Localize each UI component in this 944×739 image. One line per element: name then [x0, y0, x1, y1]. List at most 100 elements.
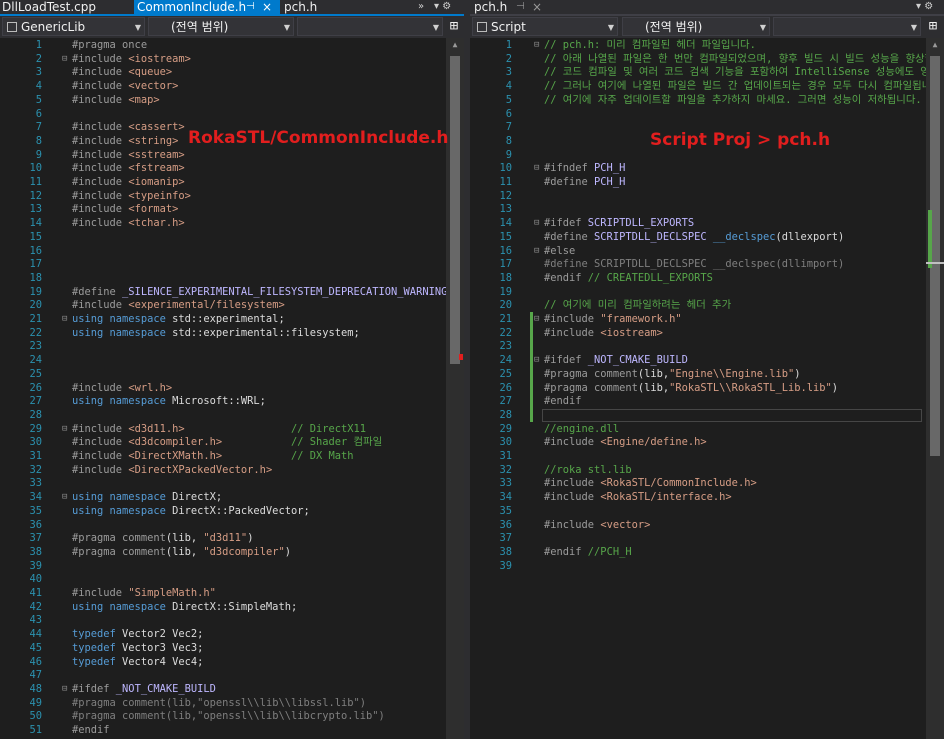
code-line[interactable]: 37 #pragma comment(lib, "d3d11") — [0, 531, 464, 545]
code-line[interactable]: 5 // 여기에 자주 업데이트할 파일을 추가하지 마세요. 그러면 성능이 저… — [470, 93, 944, 107]
code-line[interactable]: 10 #include <fstream> — [0, 161, 464, 175]
fold-toggle-icon[interactable]: ⊟ — [62, 312, 71, 326]
code-line[interactable]: 39 — [0, 559, 464, 573]
code-line[interactable]: 31 — [470, 449, 944, 463]
code-line[interactable]: 11 #include <iomanip> — [0, 175, 464, 189]
code-line[interactable]: 38 #endif //PCH_H — [470, 545, 944, 559]
project-dropdown[interactable]: GenericLib ▼ — [2, 17, 145, 36]
code-line[interactable]: 6 — [0, 107, 464, 121]
code-line[interactable]: 2 // 아래 나열된 파일은 한 번만 컴파일되었으며, 향후 빌드 시 빌드 … — [470, 52, 944, 66]
code-line[interactable]: 46 typedef Vector4 Vec4; — [0, 655, 464, 669]
pin-icon[interactable]: ⊣ — [516, 0, 525, 14]
fold-toggle-icon[interactable]: ⊟ — [534, 353, 543, 367]
code-line[interactable]: 5 #include <map> — [0, 93, 464, 107]
member-dropdown[interactable]: ▼ — [297, 17, 443, 36]
code-line[interactable]: 14 #include <tchar.h> — [0, 216, 464, 230]
fold-toggle-icon[interactable]: ⊟ — [62, 682, 71, 696]
code-line[interactable]: 21 ⊟ #include "framework.h" — [470, 312, 944, 326]
code-line[interactable]: 27 #endif — [470, 394, 944, 408]
code-line[interactable]: 32 #include <DirectXPackedVector.h> — [0, 463, 464, 477]
code-line[interactable]: 14 ⊟ #ifdef SCRIPTDLL_EXPORTS — [470, 216, 944, 230]
tab-pch[interactable]: pch.h ⊣ × — [474, 0, 546, 14]
fold-toggle-icon[interactable]: ⊟ — [62, 52, 71, 66]
scope-dropdown[interactable]: (전역 범위) ▼ — [148, 17, 294, 36]
code-line[interactable]: 17 — [0, 257, 464, 271]
code-line[interactable]: 24 — [0, 353, 464, 367]
code-line[interactable]: 11 #define PCH_H — [470, 175, 944, 189]
tab-commoninclude[interactable]: CommonInclude.h ⊣ × — [134, 0, 280, 14]
code-line[interactable]: 51 #endif — [0, 723, 464, 737]
code-line[interactable]: 40 — [0, 572, 464, 586]
code-line[interactable]: 43 — [0, 613, 464, 627]
code-line[interactable]: 19 — [470, 285, 944, 299]
scroll-up-icon[interactable]: ▲ — [446, 40, 464, 49]
code-line[interactable]: 32 //roka stl.lib — [470, 463, 944, 477]
code-line[interactable]: 36 #include <vector> — [470, 518, 944, 532]
vertical-scrollbar[interactable]: ▲ — [446, 38, 464, 739]
code-line[interactable]: 41 #include "SimpleMath.h" — [0, 586, 464, 600]
code-line[interactable]: 16 ⊟ #else — [470, 244, 944, 258]
code-line[interactable]: 19 #define _SILENCE_EXPERIMENTAL_FILESYST… — [0, 285, 464, 299]
code-line[interactable]: 27 using namespace Microsoft::WRL; — [0, 394, 464, 408]
code-line[interactable]: 42 using namespace DirectX::SimpleMath; — [0, 600, 464, 614]
code-line[interactable]: 20 #include <experimental/filesystem> — [0, 298, 464, 312]
code-line[interactable]: 26 #include <wrl.h> — [0, 381, 464, 395]
code-line[interactable]: 47 — [0, 668, 464, 682]
split-pane-icon[interactable]: ⊞ — [445, 17, 463, 36]
code-line[interactable]: 3 #include <queue> — [0, 65, 464, 79]
code-line[interactable]: 18 #endif // CREATEDLL_EXPORTS — [470, 271, 944, 285]
code-line[interactable]: 3 // 코드 컴파일 및 여러 코드 검색 기능을 포함하여 IntelliSe… — [470, 65, 944, 79]
code-line[interactable]: 13 #include <format> — [0, 202, 464, 216]
code-line[interactable]: 4 #include <vector> — [0, 79, 464, 93]
code-line[interactable]: 34 ⊟ using namespace DirectX; — [0, 490, 464, 504]
close-icon[interactable]: × — [532, 0, 542, 14]
fold-toggle-icon[interactable]: ⊟ — [534, 312, 543, 326]
code-line[interactable]: 26 #pragma comment(lib,"RokaSTL\\RokaSTL_… — [470, 381, 944, 395]
code-line[interactable]: 29 //engine.dll — [470, 422, 944, 436]
code-line[interactable]: 21 ⊟ using namespace std::experimental; — [0, 312, 464, 326]
code-line[interactable]: 50 #pragma comment(lib,"openssl\\lib\\lib… — [0, 709, 464, 723]
scroll-up-icon[interactable]: ▲ — [926, 40, 944, 49]
vertical-scrollbar[interactable]: ▲ — [926, 38, 944, 739]
code-line[interactable]: 9 #include <sstream> — [0, 148, 464, 162]
code-line[interactable]: 44 typedef Vector2 Vec2; — [0, 627, 464, 641]
code-line[interactable]: 1 #pragma once — [0, 38, 464, 52]
code-line[interactable]: 22 #include <iostream> — [470, 326, 944, 340]
code-line[interactable]: 36 — [0, 518, 464, 532]
code-line[interactable]: 15 — [0, 230, 464, 244]
code-line[interactable]: 4 // 그러나 여기에 나열된 파일은 빌드 간 업데이트되는 경우 모두 다시… — [470, 79, 944, 93]
pin-icon[interactable]: ⊣ — [246, 0, 255, 14]
code-line[interactable]: 20 // 여기에 미리 컴파일하려는 헤더 추가 — [470, 298, 944, 312]
project-dropdown[interactable]: Script ▼ — [472, 17, 618, 36]
code-line[interactable]: 30 #include <Engine/define.h> — [470, 435, 944, 449]
code-line[interactable]: 23 — [0, 339, 464, 353]
code-line[interactable]: 35 using namespace DirectX::PackedVector; — [0, 504, 464, 518]
code-line[interactable]: 13 — [470, 202, 944, 216]
tab-pch[interactable]: pch.h — [284, 0, 344, 14]
code-line[interactable]: 48 ⊟ #ifdef _NOT_CMAKE_BUILD — [0, 682, 464, 696]
code-line[interactable]: 24 ⊟ #ifdef _NOT_CMAKE_BUILD — [470, 353, 944, 367]
tab-dllloadtest[interactable]: DllLoadTest.cpp — [2, 0, 130, 14]
code-line[interactable]: 28 — [0, 408, 464, 422]
code-line[interactable]: 49 #pragma comment(lib,"openssl\\lib\\lib… — [0, 696, 464, 710]
code-line[interactable]: 16 — [0, 244, 464, 258]
code-line[interactable]: 35 — [470, 504, 944, 518]
code-line[interactable]: 15 #define SCRIPTDLL_DECLSPEC __declspec(… — [470, 230, 944, 244]
tab-tools[interactable]: ▾ ⚙ — [434, 0, 451, 14]
code-line[interactable]: 22 using namespace std::experimental::fil… — [0, 326, 464, 340]
fold-toggle-icon[interactable]: ⊟ — [62, 490, 71, 504]
close-icon[interactable]: × — [262, 0, 272, 14]
tab-tools[interactable]: ▾ ⚙ — [916, 0, 933, 14]
code-line[interactable]: 10 ⊟ #ifndef PCH_H — [470, 161, 944, 175]
code-line[interactable]: 34 #include <RokaSTL/interface.h> — [470, 490, 944, 504]
code-line[interactable]: 31 #include <DirectXMath.h> // DX Math — [0, 449, 464, 463]
code-line[interactable]: 23 — [470, 339, 944, 353]
code-line[interactable]: 29 ⊟ #include <d3d11.h> // DirectX11 — [0, 422, 464, 436]
fold-toggle-icon[interactable]: ⊟ — [534, 244, 543, 258]
member-dropdown[interactable]: ▼ — [773, 17, 921, 36]
code-line[interactable]: 25 — [0, 367, 464, 381]
code-line[interactable]: 30 #include <d3dcompiler.h> // Shader 컴파일 — [0, 435, 464, 449]
code-line[interactable]: 45 typedef Vector3 Vec3; — [0, 641, 464, 655]
fold-toggle-icon[interactable]: ⊟ — [534, 38, 543, 52]
code-line[interactable]: 37 — [470, 531, 944, 545]
